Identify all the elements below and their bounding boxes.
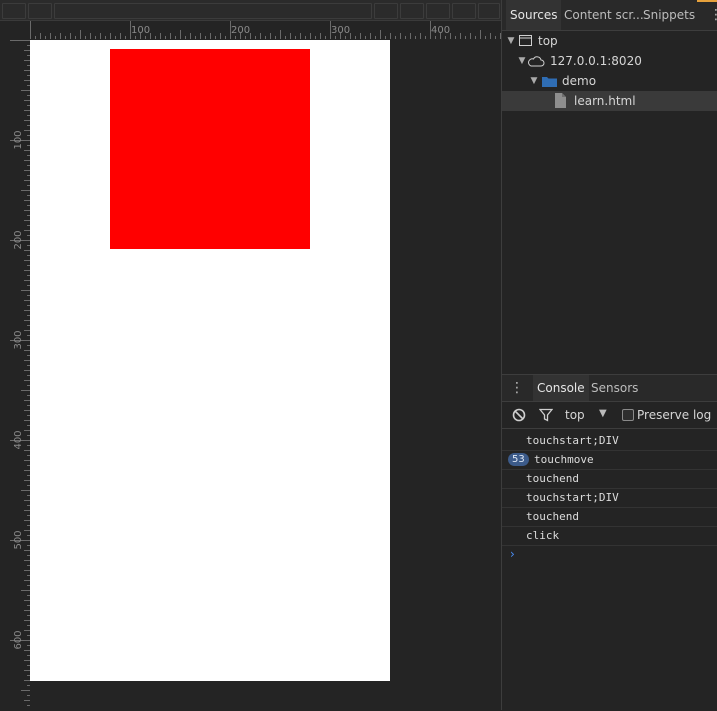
- preserve-log-label: Preserve log: [637, 408, 712, 422]
- toolbar-segment[interactable]: [478, 3, 500, 19]
- message-text: touchstart;DIV: [526, 434, 619, 447]
- message-text: touchend: [526, 510, 579, 523]
- left-ruler-label: 600: [13, 630, 24, 649]
- console-message: touchend: [502, 507, 717, 527]
- toolbar-segment[interactable]: [426, 3, 450, 19]
- device-emulation-area: 100 200 300 400 100 200 300 400 500 600: [0, 0, 501, 710]
- toolbar-segment[interactable]: [374, 3, 398, 19]
- tree-item-file[interactable]: learn.html: [502, 91, 717, 111]
- left-ruler: 100 200 300 400 500 600: [10, 40, 30, 706]
- top-ruler-label: 100: [131, 25, 150, 36]
- toolbar-segment[interactable]: [2, 3, 26, 19]
- toolbar-segment[interactable]: [452, 3, 476, 19]
- tree-item-top[interactable]: ▼ top: [502, 31, 717, 51]
- left-ruler-label: 400: [13, 430, 24, 449]
- top-ruler-label: 300: [331, 25, 350, 36]
- left-ruler-label: 200: [13, 230, 24, 249]
- top-ruler-label: 400: [431, 25, 450, 36]
- folder-icon: [542, 77, 557, 87]
- page-viewport[interactable]: [30, 40, 390, 681]
- expand-arrow-icon[interactable]: ▼: [529, 71, 539, 91]
- left-ruler-label: 300: [13, 330, 24, 349]
- tree-item-host[interactable]: ▼ 127.0.0.1:8020: [502, 51, 717, 71]
- file-icon: [555, 93, 566, 108]
- context-selector[interactable]: top: [565, 408, 585, 422]
- expand-arrow-icon[interactable]: ▼: [517, 51, 527, 71]
- tree-label: 127.0.0.1:8020: [550, 54, 642, 68]
- frame-icon: [519, 35, 532, 46]
- tab-sensors[interactable]: Sensors: [587, 375, 642, 401]
- console-prompt-icon[interactable]: ›: [510, 547, 515, 561]
- tree-label: demo: [562, 74, 597, 88]
- tab-sources[interactable]: Sources: [506, 0, 562, 30]
- message-text: touchmove: [534, 453, 594, 466]
- cloud-icon: [528, 56, 545, 67]
- tab-console[interactable]: Console: [533, 375, 589, 401]
- message-text: click: [526, 529, 560, 542]
- red-box[interactable]: [110, 49, 310, 249]
- left-ruler-label: 500: [13, 530, 24, 549]
- vertical-ellipsis-icon[interactable]: ⋮: [510, 379, 524, 397]
- console-drawer: ⋮ Console Sensors top ▼ Preserve log tou…: [502, 374, 717, 711]
- devtools-panel: Sources Content scr... Snippets ⋮ ▼ top …: [502, 0, 717, 711]
- console-message: click: [502, 526, 717, 546]
- vertical-ellipsis-icon[interactable]: ⋮: [709, 7, 717, 23]
- chevron-down-icon[interactable]: ▼: [599, 408, 607, 419]
- sources-tab-bar: Sources Content scr... Snippets ⋮: [502, 0, 717, 31]
- left-ruler-label: 100: [13, 130, 24, 149]
- top-ruler: 100 200 300 400: [30, 21, 501, 39]
- warning-indicator: [697, 0, 717, 2]
- message-text: touchstart;DIV: [526, 491, 619, 504]
- tree-label: learn.html: [574, 94, 636, 108]
- tree-item-folder[interactable]: ▼ demo: [502, 71, 717, 91]
- console-tab-bar: ⋮ Console Sensors: [502, 375, 717, 402]
- device-toolbar: [0, 0, 501, 21]
- tree-label: top: [538, 34, 558, 48]
- toolbar-segment[interactable]: [28, 3, 52, 19]
- toolbar-segment[interactable]: [400, 3, 424, 19]
- expand-arrow-icon[interactable]: ▼: [506, 31, 516, 51]
- filter-icon[interactable]: [539, 408, 553, 422]
- top-ruler-label: 200: [231, 25, 250, 36]
- message-text: touchend: [526, 472, 579, 485]
- toolbar-segment[interactable]: [54, 3, 372, 19]
- console-message: touchend: [502, 469, 717, 489]
- tab-snippets[interactable]: Snippets: [639, 0, 699, 30]
- preserve-log-checkbox[interactable]: [622, 409, 634, 421]
- clear-console-icon[interactable]: [512, 408, 526, 422]
- console-input[interactable]: [526, 545, 711, 563]
- console-message: 53 touchmove: [502, 450, 717, 470]
- console-message: touchstart;DIV: [502, 488, 717, 508]
- repeat-count-badge: 53: [508, 453, 529, 466]
- console-toolbar: top ▼ Preserve log: [502, 402, 717, 429]
- tab-content-scripts[interactable]: Content scr...: [560, 0, 648, 30]
- console-message: touchstart;DIV: [502, 431, 717, 451]
